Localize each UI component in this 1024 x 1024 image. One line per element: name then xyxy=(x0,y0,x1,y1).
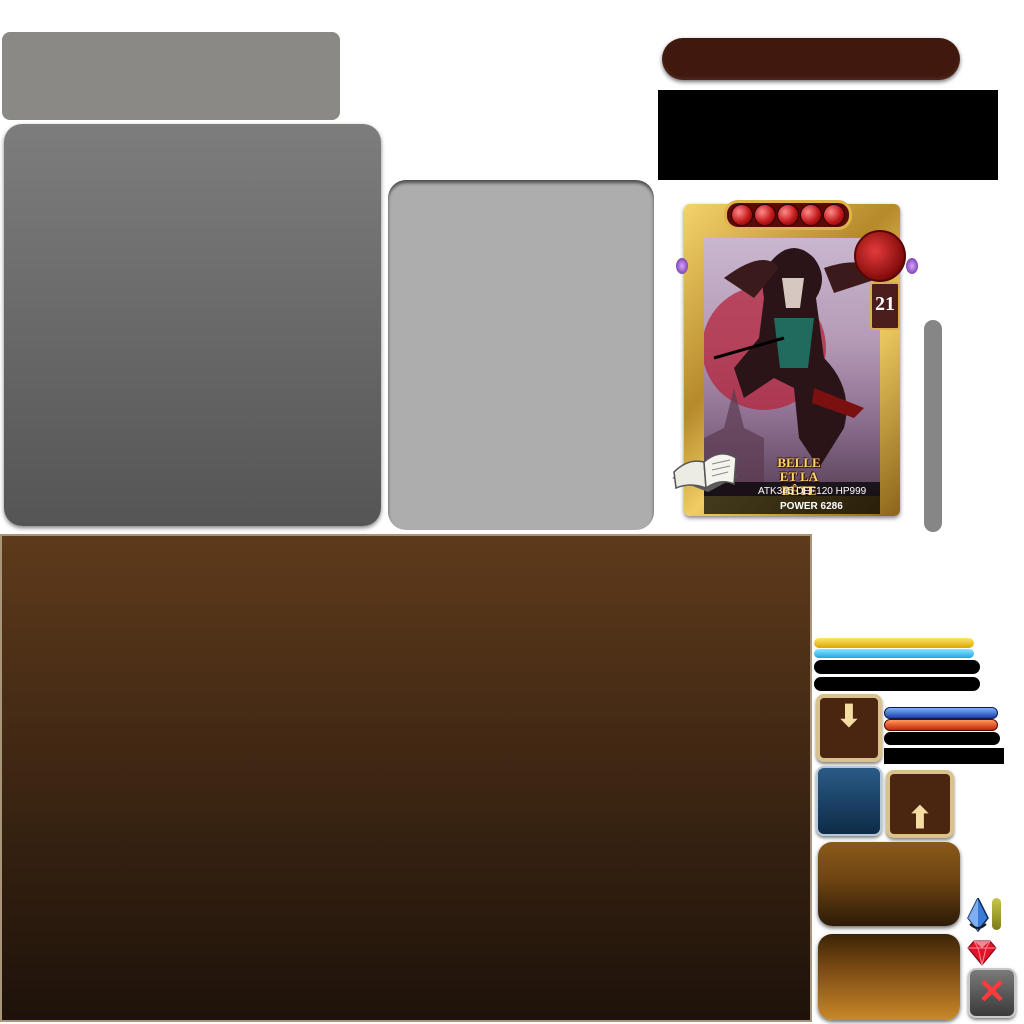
close-icon: ✕ xyxy=(977,973,1007,1011)
scroll-down-button[interactable]: ⬇ xyxy=(816,694,882,762)
scroll-up-button[interactable]: ⬆ xyxy=(886,770,954,838)
series-logo: BELLE ET LA BÊTE xyxy=(777,455,821,498)
book-icon xyxy=(672,453,738,492)
title-pill-bar xyxy=(662,38,960,80)
vertical-scrollbar[interactable] xyxy=(924,320,942,532)
star-gem-icon xyxy=(754,204,777,226)
star-gem-icon xyxy=(799,204,822,226)
purple-gem-icon xyxy=(906,258,918,274)
light-gold-button[interactable] xyxy=(818,934,960,1020)
crystal-icon xyxy=(967,898,989,932)
star-gem-icon xyxy=(822,204,845,226)
black-rect-placeholder xyxy=(884,748,1004,764)
cyan-progress-bar xyxy=(814,649,974,658)
arrow-down-icon: ⬇ xyxy=(836,700,862,733)
star-gem-icon xyxy=(776,204,799,226)
card-power-text: POWER 6286 xyxy=(780,501,843,512)
blue-progress-bar xyxy=(884,707,998,719)
main-brown-panel xyxy=(0,534,812,1022)
purple-gem-icon xyxy=(676,258,688,274)
star-gem-icon xyxy=(731,204,754,226)
character-card[interactable]: 21 BELLE ET LA BÊTE ATK345 DEF120 HP999 … xyxy=(672,186,918,516)
grey-banner-panel xyxy=(2,32,340,120)
dark-gold-button[interactable] xyxy=(818,842,960,926)
arrow-up-icon: ⬆ xyxy=(907,802,933,835)
black-bar-track xyxy=(814,660,980,674)
blue-square-button[interactable] xyxy=(816,766,882,836)
rose-seal-icon xyxy=(854,230,906,282)
black-bar-track xyxy=(814,677,980,691)
light-grey-inset-panel xyxy=(388,180,654,530)
red-progress-bar xyxy=(884,719,998,731)
mini-olive-bar xyxy=(992,898,1001,930)
gold-progress-bar xyxy=(814,638,974,648)
black-bar-track xyxy=(884,732,1000,745)
close-button[interactable]: ✕ xyxy=(968,968,1016,1018)
card-star-rating xyxy=(724,200,852,230)
black-placeholder-box xyxy=(658,90,998,180)
card-level-tag: 21 xyxy=(870,282,900,330)
dark-grey-panel xyxy=(4,124,381,526)
ruby-icon xyxy=(967,940,997,966)
card-stats-text: ATK345 DEF120 HP999 xyxy=(758,486,867,497)
